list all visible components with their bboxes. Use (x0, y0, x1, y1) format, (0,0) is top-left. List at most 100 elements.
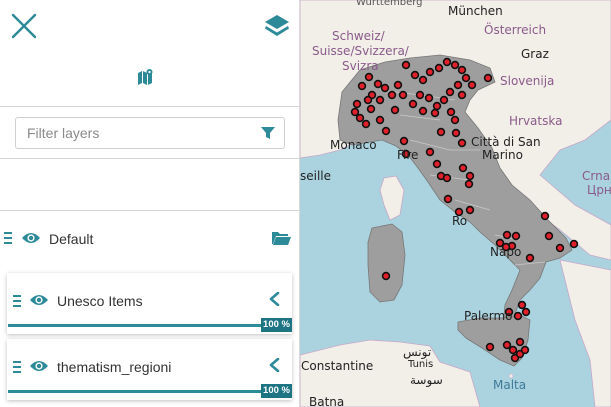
map-fold-icon (138, 69, 153, 85)
site-marker[interactable] (520, 345, 530, 355)
site-marker[interactable] (502, 230, 512, 240)
site-marker[interactable] (502, 340, 512, 350)
opacity-slider[interactable] (8, 324, 262, 327)
site-marker[interactable] (458, 163, 468, 173)
site-marker[interactable] (425, 147, 435, 157)
site-marker[interactable] (465, 171, 475, 181)
layer-name: thematism_regioni (57, 359, 172, 375)
map-label-palermo: Palermo (464, 309, 513, 323)
site-marker[interactable] (357, 81, 367, 91)
site-marker[interactable] (393, 80, 403, 90)
site-marker[interactable] (457, 138, 467, 148)
opacity-slider[interactable] (8, 390, 262, 393)
eye-icon[interactable] (21, 231, 41, 245)
layers-toggle-button[interactable] (262, 12, 292, 40)
map-label-crna-cyr: Црн (587, 183, 611, 197)
site-marker[interactable] (464, 179, 474, 189)
map-label-marino: Marino (482, 148, 523, 162)
site-marker[interactable] (483, 73, 493, 83)
folder-open-icon[interactable] (271, 230, 291, 246)
site-marker[interactable] (439, 95, 449, 105)
chevron-left-icon[interactable] (268, 358, 280, 372)
site-marker[interactable] (401, 60, 411, 70)
site-marker[interactable] (380, 83, 390, 93)
site-marker[interactable] (430, 108, 440, 118)
map-label-citta-san-marino: Città di San (471, 135, 541, 149)
site-marker[interactable] (425, 67, 435, 77)
site-marker[interactable] (361, 119, 371, 129)
filter-layers-input[interactable] (16, 118, 248, 148)
site-marker[interactable] (352, 99, 362, 109)
site-marker[interactable] (366, 104, 376, 114)
site-marker[interactable] (511, 231, 521, 241)
site-marker[interactable] (410, 70, 420, 80)
site-marker[interactable] (467, 80, 477, 90)
site-marker[interactable] (387, 90, 397, 100)
map-label-wurttemberg: Württemberg (356, 0, 423, 8)
site-marker[interactable] (451, 128, 461, 138)
eye-icon[interactable] (29, 359, 49, 373)
map-label-hrvatska: Hrvatska (509, 114, 563, 128)
site-marker[interactable] (513, 311, 523, 321)
divider-group (0, 210, 300, 211)
site-marker[interactable] (450, 60, 460, 70)
site-marker[interactable] (569, 239, 579, 249)
site-marker[interactable] (485, 342, 495, 352)
site-marker[interactable] (446, 107, 456, 117)
site-marker[interactable] (434, 63, 444, 73)
filter-icon[interactable] (260, 125, 276, 141)
map-label-svizra: Svizra (342, 59, 379, 73)
site-marker[interactable] (398, 90, 408, 100)
layer-item-unesco-items[interactable]: Unesco Items 100 % (7, 273, 292, 334)
filter-box (15, 117, 285, 149)
chevron-left-icon[interactable] (268, 292, 280, 306)
site-marker[interactable] (461, 73, 471, 83)
site-marker[interactable] (355, 113, 365, 123)
site-marker[interactable] (515, 337, 525, 347)
site-marker[interactable] (517, 300, 527, 310)
site-marker[interactable] (443, 194, 453, 204)
site-marker[interactable] (432, 101, 442, 111)
site-marker[interactable] (350, 107, 360, 117)
site-marker[interactable] (381, 126, 391, 136)
drag-handle-icon[interactable] (4, 232, 12, 244)
layer-item-thematism-regioni[interactable]: thematism_regioni 100 % (7, 339, 292, 400)
site-marker[interactable] (450, 115, 460, 125)
site-marker[interactable] (363, 95, 373, 105)
site-marker[interactable] (381, 271, 391, 281)
site-marker[interactable] (544, 231, 554, 241)
site-marker[interactable] (442, 173, 452, 183)
site-marker[interactable] (373, 79, 383, 89)
site-marker[interactable] (375, 115, 385, 125)
site-marker[interactable] (508, 345, 518, 355)
site-marker[interactable] (418, 106, 428, 116)
site-marker[interactable] (375, 95, 385, 105)
site-marker[interactable] (432, 159, 442, 169)
site-marker[interactable] (436, 127, 446, 137)
map-label-tunis: تونس (403, 345, 432, 359)
site-marker[interactable] (445, 87, 455, 97)
drag-handle-icon[interactable] (13, 295, 21, 307)
site-marker[interactable] (424, 93, 434, 103)
eye-icon[interactable] (29, 293, 49, 307)
layers-icon (265, 15, 289, 36)
drag-handle-icon[interactable] (13, 361, 21, 373)
site-marker[interactable] (540, 211, 550, 221)
site-marker[interactable] (453, 80, 463, 90)
map-view-button[interactable] (135, 68, 155, 86)
site-marker[interactable] (457, 65, 467, 75)
site-marker[interactable] (465, 205, 475, 215)
site-marker[interactable] (408, 99, 418, 109)
layer-panel: Default Unesco Items 100 % (0, 0, 300, 407)
site-marker[interactable] (521, 307, 531, 317)
site-marker[interactable] (555, 243, 565, 253)
site-marker[interactable] (418, 75, 428, 85)
site-marker[interactable] (390, 105, 400, 115)
site-marker[interactable] (457, 90, 467, 100)
close-panel-button[interactable] (10, 12, 38, 40)
site-marker[interactable] (415, 90, 425, 100)
site-marker[interactable] (399, 136, 409, 146)
site-marker[interactable] (525, 253, 535, 263)
site-marker[interactable] (442, 57, 452, 67)
site-marker[interactable] (364, 72, 374, 82)
